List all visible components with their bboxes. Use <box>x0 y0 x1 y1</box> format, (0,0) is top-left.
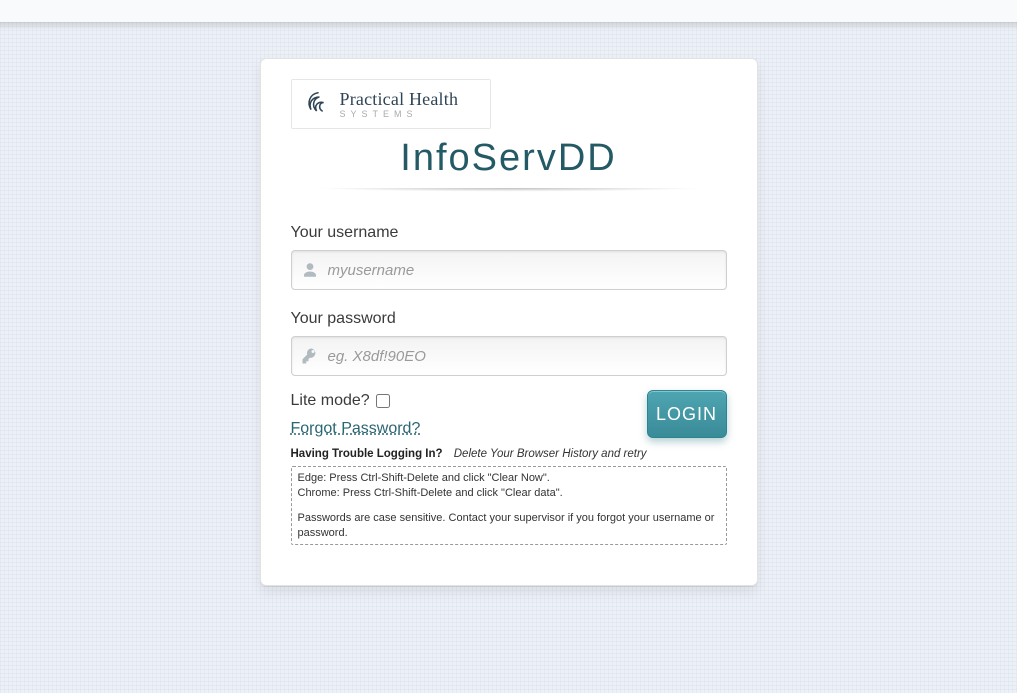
app-title: InfoServDD <box>291 137 727 180</box>
brand-logo: Practical Health SYSTEMS <box>291 79 491 129</box>
login-button[interactable]: LOGIN <box>647 390 727 438</box>
password-input[interactable] <box>291 336 727 376</box>
lite-mode-row[interactable]: Lite mode? <box>291 392 390 410</box>
help-line-password: Passwords are case sensitive. Contact yo… <box>298 511 720 541</box>
brand-name-line1: Practical Health <box>340 90 459 108</box>
swirl-icon <box>304 90 332 118</box>
username-label: Your username <box>291 224 727 242</box>
trouble-tip: Delete Your Browser History and retry <box>454 448 647 460</box>
help-box: Edge: Press Ctrl-Shift-Delete and click … <box>291 466 727 545</box>
password-label: Your password <box>291 310 727 328</box>
header-divider <box>281 188 737 198</box>
lite-mode-checkbox[interactable] <box>376 394 390 408</box>
user-icon <box>301 261 319 279</box>
username-input[interactable] <box>291 250 727 290</box>
help-line-edge: Edge: Press Ctrl-Shift-Delete and click … <box>298 471 720 486</box>
lite-mode-label: Lite mode? <box>291 392 370 410</box>
trouble-label: Having Trouble Logging In? <box>291 448 443 460</box>
key-icon <box>301 347 319 365</box>
help-line-chrome: Chrome: Press Ctrl-Shift-Delete and clic… <box>298 486 720 501</box>
login-card: Practical Health SYSTEMS InfoServDD Your… <box>260 58 758 586</box>
top-bar-shadow <box>0 22 1017 30</box>
brand-name-line2: SYSTEMS <box>340 110 459 119</box>
forgot-password-link[interactable]: Forgot Password? <box>291 420 421 438</box>
